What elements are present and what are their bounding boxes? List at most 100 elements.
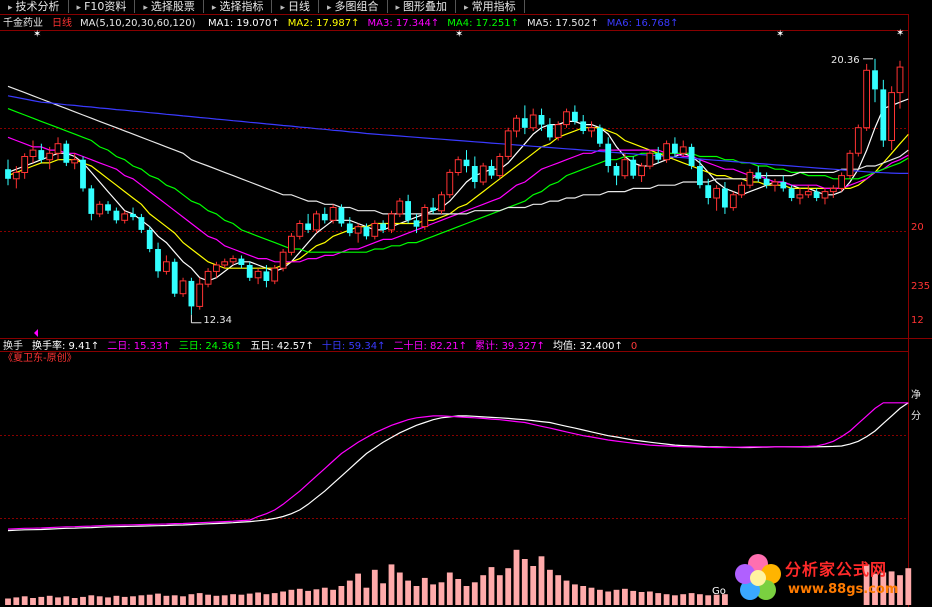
arrow-icon: ▸: [8, 3, 13, 13]
formula-label: 《夏卫东-原创》: [3, 351, 77, 364]
volume-bar: [205, 594, 211, 605]
ma-line-MA5: [7, 85, 909, 215]
candle-body: [179, 280, 187, 295]
axis-label: 20: [911, 222, 924, 233]
candle-body: [130, 213, 136, 218]
ma-line-MA3: [7, 136, 909, 263]
candle: [21, 153, 29, 179]
candle-body: [813, 191, 820, 198]
legend-item: 五日: 42.57↑: [250, 341, 314, 352]
candle-body: [5, 169, 11, 179]
candle: [313, 210, 320, 234]
volume-bar: [80, 596, 86, 605]
candle: [854, 124, 862, 157]
indicator-line-white: [7, 402, 909, 532]
arrow-icon: ▸: [143, 3, 148, 13]
candle-body: [263, 271, 270, 281]
candle-body: [163, 261, 170, 272]
candle-body: [38, 150, 45, 160]
volume-bar: [405, 580, 411, 605]
candle-body: [888, 92, 896, 141]
candle: [563, 108, 570, 128]
volume-bar: [622, 588, 628, 606]
candle: [196, 277, 204, 310]
candle-body: [296, 223, 304, 237]
toolbar-button-3[interactable]: ▸ 选择指标: [204, 0, 273, 13]
flower-logo-icon: [735, 554, 781, 600]
candle: [421, 204, 429, 230]
candle: [829, 185, 837, 198]
candle: [738, 182, 746, 198]
volume-bar: [338, 586, 345, 605]
volume-bar: [580, 586, 587, 605]
candle: [246, 261, 253, 281]
candle: [713, 185, 721, 211]
candle: [479, 162, 487, 186]
candle-body: [621, 159, 629, 177]
candle: [646, 150, 654, 170]
volume-bar: [547, 569, 553, 605]
volume-bar: [521, 559, 528, 605]
candle: [746, 169, 754, 189]
marker-star-icon: ✶: [896, 28, 904, 39]
candle: [454, 156, 462, 176]
legend-item: 累计: 39.327↑: [475, 339, 545, 352]
volume-bar: [113, 595, 120, 605]
volume-bar: [196, 593, 203, 605]
volume-bar: [88, 595, 95, 606]
volume-bar: [505, 568, 512, 605]
candle: [329, 204, 337, 224]
volume-bar: [471, 582, 478, 606]
volume-bar: [605, 591, 612, 605]
candle-body: [196, 283, 204, 307]
toolbar-button-4[interactable]: ▸ 日线: [272, 0, 319, 13]
toolbar-button-7[interactable]: ▸ 常用指标: [456, 0, 525, 13]
candle-body: [430, 207, 436, 211]
candle-body: [413, 220, 420, 227]
stock-chart: 千金药业 日线 MA(5,10,20,30,60,120) MA1: 19.07…: [0, 14, 932, 607]
volume-bar: [96, 596, 103, 605]
volume-bar: [555, 575, 562, 605]
low-price-label: 12.34: [203, 315, 232, 326]
volume-bar: [121, 596, 128, 605]
volume-bar: [313, 589, 320, 605]
candle: [638, 162, 646, 182]
candle: [821, 188, 829, 205]
candle-body: [746, 171, 754, 186]
volume-bar: [655, 593, 662, 605]
candle: [446, 169, 454, 198]
toolbar-button-5[interactable]: ▸ 多图组合: [319, 0, 388, 13]
volume-bar: [280, 591, 286, 605]
legend-item: MA4: 17.251↑: [447, 18, 519, 29]
candle-body: [155, 249, 161, 272]
candle: [80, 156, 86, 192]
volume-bar: [230, 594, 236, 605]
arrow-icon: ▸: [211, 3, 217, 13]
volume-bar: [155, 593, 161, 605]
candle-body: [763, 178, 770, 186]
toolbar-button-1[interactable]: ▸ F10资料: [69, 0, 136, 13]
volume-bar: [421, 577, 428, 605]
toolbar-button-0[interactable]: ▸ 技术分析: [0, 0, 69, 13]
candle: [838, 172, 846, 192]
ma-line-MA1: [7, 98, 909, 282]
candle-body: [21, 156, 29, 173]
toolbar-button-2[interactable]: ▸ 选择股票: [135, 0, 204, 13]
toolbar-button-label: 技术分析: [15, 0, 60, 13]
volume-bar: [346, 580, 353, 605]
volume-bar: [588, 587, 595, 605]
volume-bar: [463, 586, 470, 605]
volume-bar: [438, 582, 445, 606]
candle-body: [188, 280, 195, 307]
candle-body: [513, 117, 520, 132]
volume-bar: [563, 580, 570, 605]
toolbar-button-6[interactable]: ▸ 图形叠加: [388, 0, 457, 13]
legend-item: MA2: 17.987↑: [288, 18, 360, 29]
candle-body: [697, 166, 703, 186]
legend-item: 换手率: 9.41↑: [32, 339, 99, 352]
candle-body: [488, 166, 495, 176]
volume-bar: [388, 564, 395, 605]
candle: [188, 277, 195, 315]
indicator-name: 换手: [3, 339, 23, 352]
candle-body: [838, 175, 846, 189]
